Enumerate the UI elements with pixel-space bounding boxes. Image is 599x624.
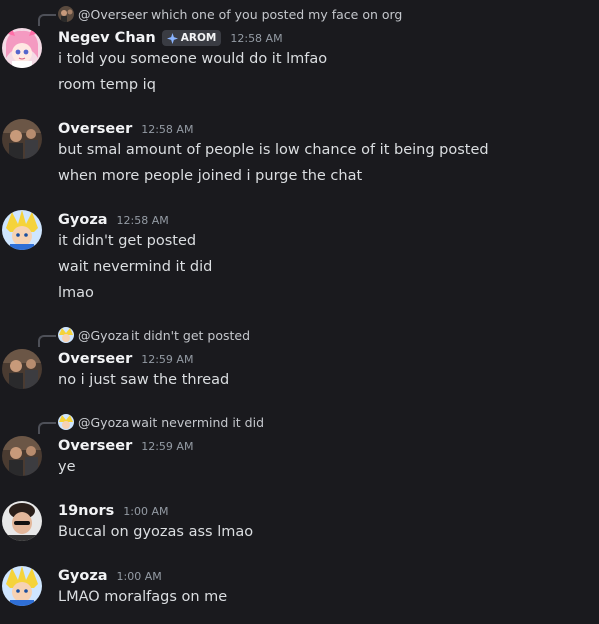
message-text: but smal amount of people is low chance … — [58, 142, 489, 158]
star-icon — [166, 32, 178, 44]
message-text: it didn't get posted — [58, 233, 197, 249]
reply-avatar-overseer — [58, 6, 74, 22]
message-header: 19nors 1:00 AM — [58, 501, 168, 521]
timestamp[interactable]: 12:58 AM — [230, 32, 282, 45]
avatar-gyoza[interactable] — [2, 566, 42, 606]
message-header: Negev Chan AROM 12:58 AM — [58, 28, 283, 48]
username[interactable]: Overseer — [58, 438, 132, 454]
reply-author[interactable]: @Overseer — [78, 7, 148, 22]
avatar-gyoza[interactable] — [2, 210, 42, 250]
reply-author[interactable]: @Gyoza — [78, 328, 129, 343]
avatar-overseer[interactable] — [2, 119, 42, 159]
message-header: Gyoza 12:58 AM — [58, 210, 169, 230]
username[interactable]: 19nors — [58, 503, 114, 519]
reply-avatar-gyoza — [58, 414, 74, 430]
reply-text[interactable]: it didn't get posted — [131, 328, 250, 343]
server-tag-label: AROM — [180, 32, 217, 44]
timestamp[interactable]: 12:58 AM — [117, 214, 169, 227]
timestamp[interactable]: 12:58 AM — [141, 123, 193, 136]
reply-author[interactable]: @Gyoza — [78, 415, 129, 430]
username[interactable]: Gyoza — [58, 212, 108, 228]
message-text: Buccal on gyozas ass lmao — [58, 524, 254, 540]
message-text: room temp iq — [58, 77, 156, 93]
avatar-negev-chan[interactable] — [2, 28, 42, 68]
timestamp[interactable]: 1:00 AM — [117, 570, 162, 583]
username[interactable]: Overseer — [58, 121, 132, 137]
reply-avatar-gyoza — [58, 327, 74, 343]
message-text: LMAO moralfags on me — [58, 589, 228, 605]
avatar-19nors[interactable] — [2, 501, 42, 541]
reply-text[interactable]: wait nevermind it did — [131, 415, 264, 430]
message-text: i told you someone would do it lmfao — [58, 51, 328, 67]
username[interactable]: Negev Chan — [58, 30, 156, 46]
reply-spine — [38, 335, 56, 347]
avatar-overseer[interactable] — [2, 436, 42, 476]
message-text: when more people joined i purge the chat — [58, 168, 363, 184]
message-text: lmao — [58, 285, 94, 301]
timestamp[interactable]: 1:00 AM — [123, 505, 168, 518]
reply-spine — [38, 14, 56, 26]
timestamp[interactable]: 12:59 AM — [141, 440, 193, 453]
message-header: Gyoza 1:00 AM — [58, 566, 162, 586]
message-text: ye — [58, 459, 76, 475]
username[interactable]: Overseer — [58, 351, 132, 367]
message-text: wait nevermind it did — [58, 259, 213, 275]
reply-spine — [38, 422, 56, 434]
message-text: no i just saw the thread — [58, 372, 230, 388]
timestamp[interactable]: 12:59 AM — [141, 353, 193, 366]
message-header: Overseer 12:58 AM — [58, 119, 193, 139]
avatar-overseer[interactable] — [2, 349, 42, 389]
server-tag[interactable]: AROM — [161, 30, 222, 46]
message-header: Overseer 12:59 AM — [58, 349, 193, 369]
message-header: Overseer 12:59 AM — [58, 436, 193, 456]
username[interactable]: Gyoza — [58, 568, 108, 584]
reply-text[interactable]: which one of you posted my face on org — [151, 7, 402, 22]
